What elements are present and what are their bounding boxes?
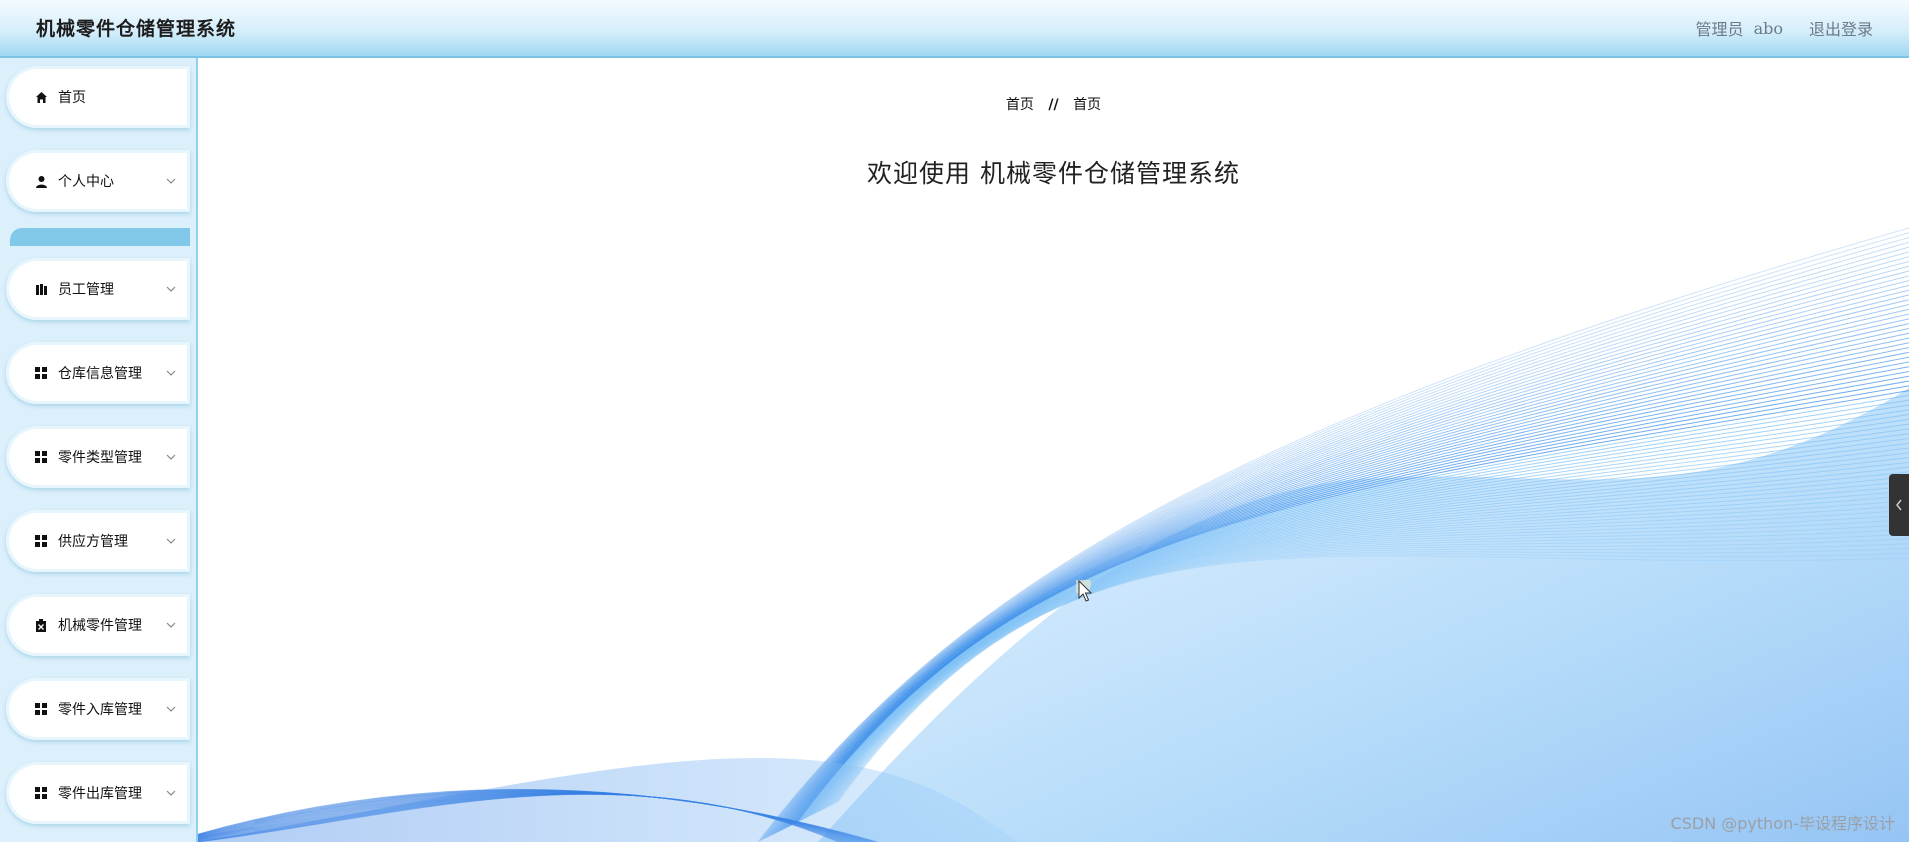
breadcrumb-current: 首页 [1073,97,1102,113]
sidebar-item-supplier[interactable]: 供应方管理 [6,510,190,572]
sidebar-item-label: 个人中心 [58,174,114,190]
app-title: 机械零件仓储管理系统 [36,18,237,40]
sidebar-item-label: 供应方管理 [58,534,128,550]
logout-button[interactable]: 退出登录 [1809,16,1873,40]
chevron-down-icon [166,368,176,378]
role-label: 管理员 [1695,20,1744,39]
breadcrumb-separator: // [1048,97,1059,113]
clipboard-icon [34,618,48,632]
sidebar-item-label: 零件类型管理 [58,450,142,466]
mouse-cursor-icon [1071,574,1098,610]
sidebar-item-label: 员工管理 [58,282,114,298]
sidebar-item-label: 仓库信息管理 [58,366,142,382]
sidebar: 首页 个人中心 员工管理 仓库信息管理 零件类型管理 供应方管理 机械零件管理 … [0,58,198,842]
welcome-title: 欢迎使用 机械零件仓储管理系统 [867,159,1240,188]
sidebar-item-part-type[interactable]: 零件类型管理 [6,426,190,488]
breadcrumb-root[interactable]: 首页 [1006,97,1034,113]
grid-icon [34,702,48,716]
chevron-down-icon [166,452,176,462]
sidebar-item-mechanical-parts[interactable]: 机械零件管理 [6,594,190,656]
expanded-submenu-tab [10,228,190,246]
sidebar-item-label: 零件出库管理 [58,786,142,802]
user-icon [34,174,48,188]
sidebar-item-parts-inbound[interactable]: 零件入库管理 [6,678,190,740]
chevron-down-icon [166,536,176,546]
sidebar-item-parts-outbound[interactable]: 零件出库管理 [6,762,190,824]
sidebar-item-home[interactable]: 首页 [6,66,190,128]
chevron-down-icon [166,704,176,714]
watermark: CSDN @python-毕设程序设计 [1670,814,1895,833]
grid-icon [34,450,48,464]
chevron-down-icon [166,788,176,798]
username: abo [1753,18,1783,38]
chevron-down-icon [166,176,176,186]
grid-icon [34,786,48,800]
top-header: 机械零件仓储管理系统 管理员 abo 退出登录 [0,0,1909,58]
collapse-handle[interactable] [1889,474,1909,536]
sidebar-item-label: 首页 [58,90,86,106]
wave-lines [198,227,1909,842]
sidebar-item-label: 零件入库管理 [58,702,142,718]
sidebar-item-label: 机械零件管理 [58,618,142,634]
chevron-down-icon [166,284,176,294]
grid-icon [34,366,48,380]
grid-icon [34,534,48,548]
sidebar-item-warehouse[interactable]: 仓库信息管理 [6,342,190,404]
user-area: 管理员 abo 退出登录 [1696,16,1873,40]
chevron-left-icon [1896,499,1902,511]
chevron-down-icon [166,620,176,630]
book-icon [34,282,48,296]
sidebar-item-personal-center[interactable]: 个人中心 [6,150,190,212]
main-content: 首页 // 首页 欢迎使用 机械零件仓储管理系统 CSDN @python-毕设… [198,58,1909,842]
home-icon [34,90,48,104]
sidebar-item-staff[interactable]: 员工管理 [6,258,190,320]
breadcrumb: 首页 // 首页 [198,94,1909,114]
